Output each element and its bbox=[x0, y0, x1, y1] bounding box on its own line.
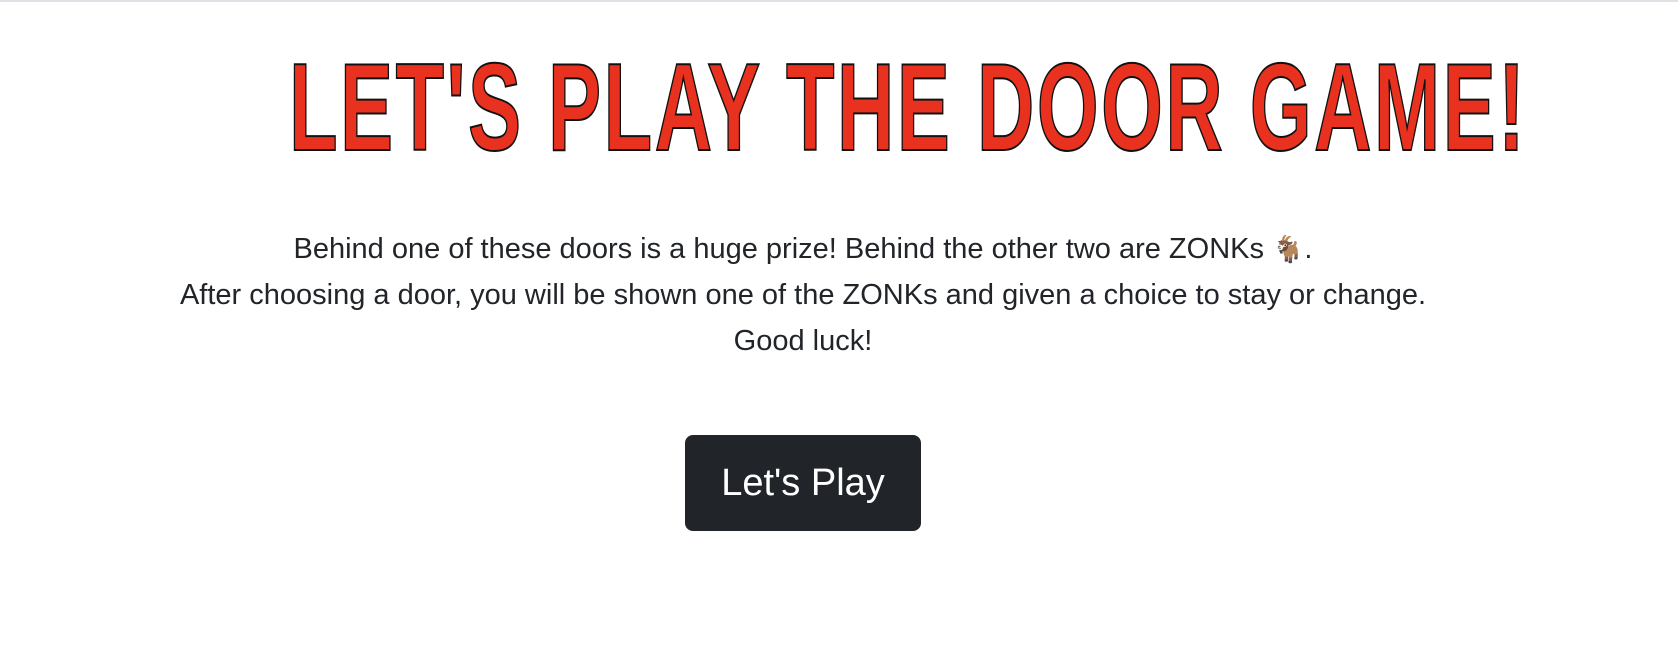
instructions-line-1: Behind one of these doors is a huge priz… bbox=[0, 226, 1606, 272]
instructions-line-3: Good luck! bbox=[733, 325, 873, 357]
top-border bbox=[0, 0, 1678, 2]
instructions: Behind one of these doors is a huge priz… bbox=[0, 226, 1606, 364]
instructions-line-1-text: Behind one of these doors is a huge priz… bbox=[293, 233, 1264, 265]
lets-play-button[interactable]: Let's Play bbox=[685, 435, 921, 531]
page-title: LET'S PLAY THE DOOR GAME! bbox=[288, 39, 1528, 177]
goat-icon: 🐐 bbox=[1272, 234, 1305, 264]
instructions-line-1-end: . bbox=[1304, 233, 1313, 265]
instructions-line-2: After choosing a door, you will be shown… bbox=[179, 279, 1427, 311]
